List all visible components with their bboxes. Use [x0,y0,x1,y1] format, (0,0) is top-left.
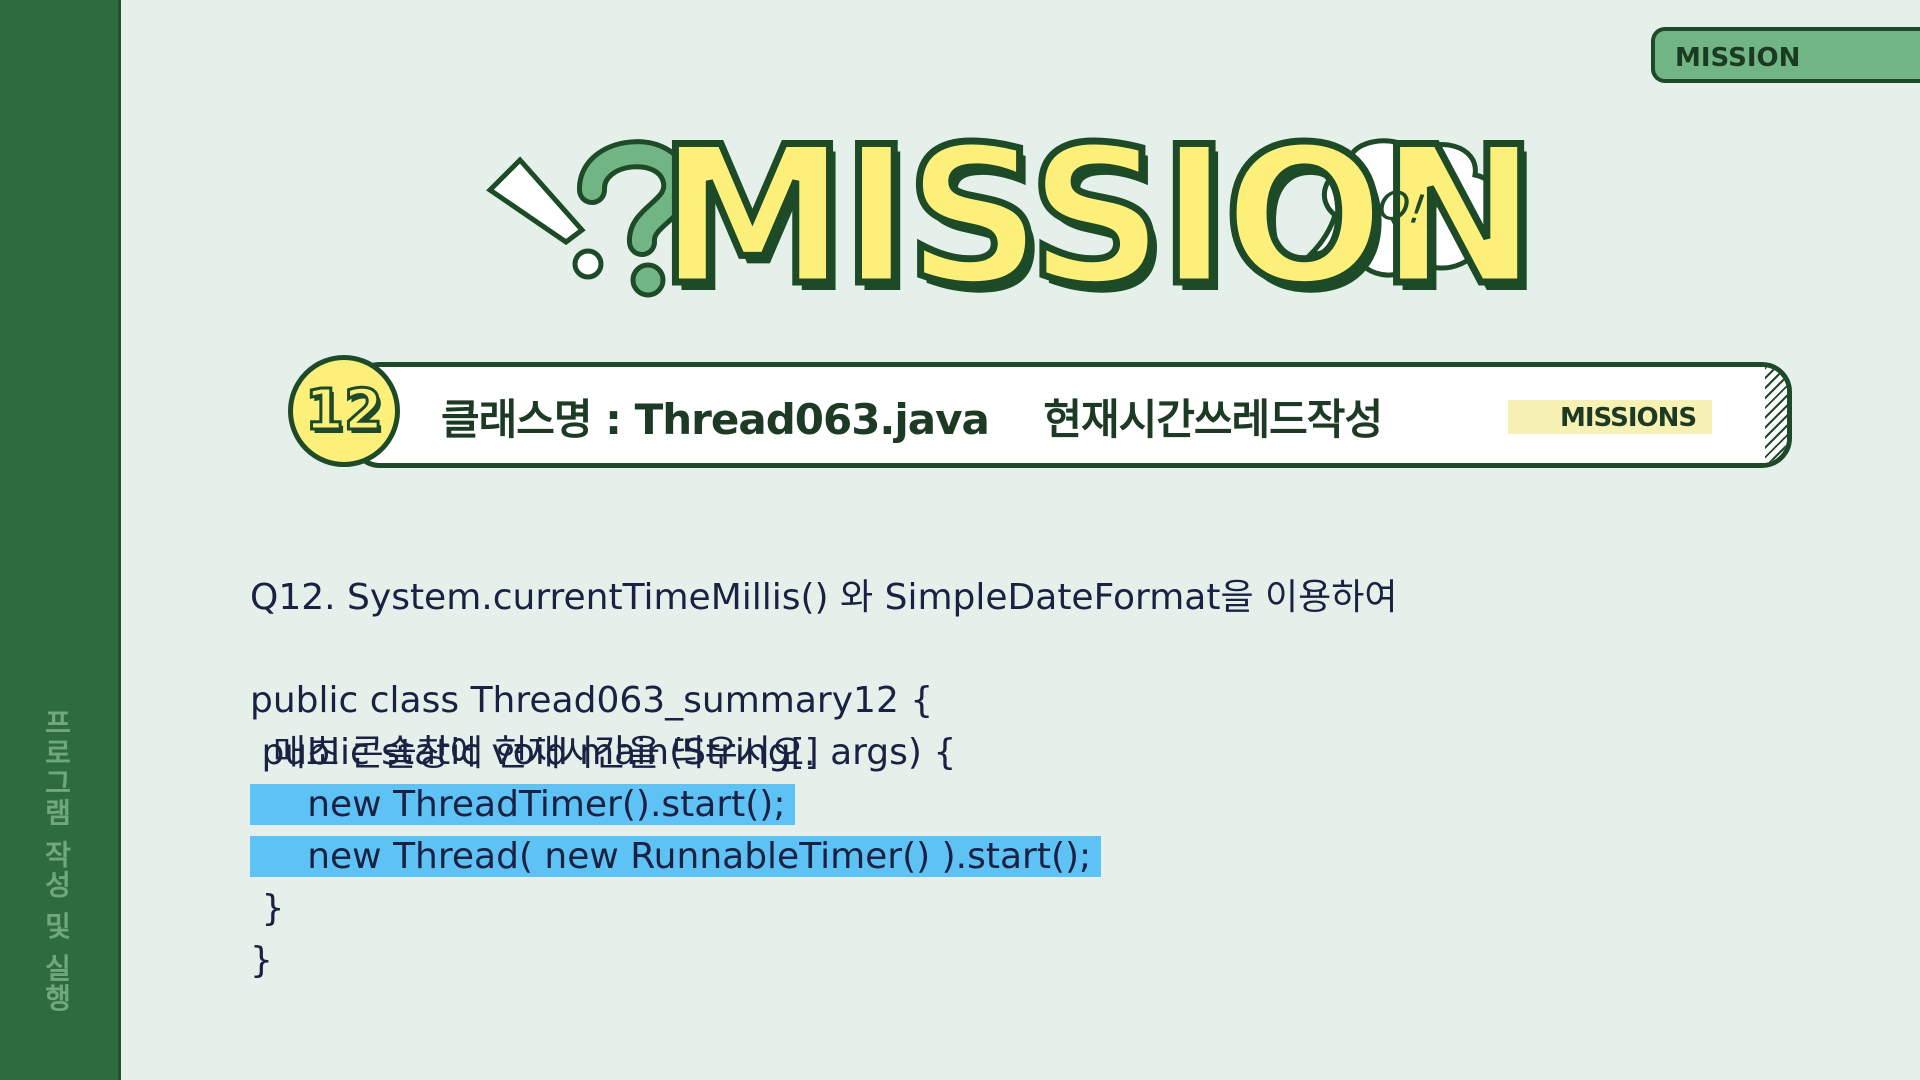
missions-tag-label: MISSIONS [1560,403,1697,433]
mission-headline: MISSION Q!! [480,118,1542,320]
code-line: public class Thread063_summary12 { [250,680,934,721]
code-block: public class Thread063_summary12 { publi… [250,675,1102,987]
question-line-1: Q12. System.currentTimeMillis() 와 Simple… [250,577,1398,618]
title-bar-hatch [1765,367,1787,463]
missions-tag: MISSIONS [1508,400,1712,434]
bubble-text: Q!! [1375,181,1445,237]
code-line-text: new Thread( new RunnableTimer() ).start(… [250,836,1102,877]
left-sidebar: 프로그램 작성 및 실행 [0,0,121,1080]
mission-class-title: 클래스명 : Thread063.java 현재시간쓰레드작성 [441,395,1383,444]
mission-number-badge: 12 [288,355,400,467]
code-line-text: new ThreadTimer().start(); [250,784,796,825]
code-line-highlighted: new Thread( new RunnableTimer() ).start(… [250,831,1102,883]
corner-mission-label: MISSION [1675,43,1801,73]
mission-number: 12 [304,377,385,445]
code-line-highlighted: new ThreadTimer().start(); [250,779,1101,831]
sidebar-section-label: 프로그램 작성 및 실행 [40,708,73,1014]
code-line: public static void main(String[] args) { [250,732,957,773]
corner-mission-tag: MISSION [1651,27,1920,83]
code-line: } [250,888,285,929]
code-line: } [250,940,273,981]
